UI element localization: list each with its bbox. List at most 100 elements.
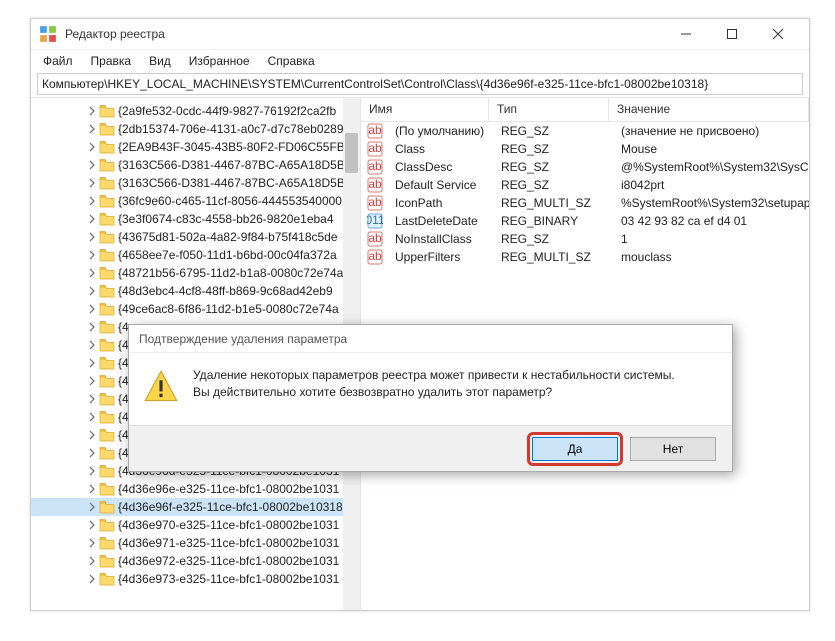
value-row[interactable]: abIconPathREG_MULTI_SZ%SystemRoot%\Syste… [361,194,809,212]
expand-icon[interactable] [85,266,99,280]
value-name: IconPath [387,196,493,210]
expand-icon[interactable] [85,302,99,316]
expand-icon[interactable] [85,482,99,496]
no-button[interactable]: Нет [630,437,716,461]
value-row[interactable]: abNoInstallClassREG_SZ1 [361,230,809,248]
yes-button[interactable]: Да [532,437,618,461]
expand-icon[interactable] [85,122,99,136]
tree-item[interactable]: {2db15374-706e-4131-a0c7-d7c78eb0289 [31,120,360,138]
value-type: REG_SZ [493,178,613,192]
tree-item[interactable]: {4658ee7e-f050-11d1-b6bd-00c04fa372a [31,246,360,264]
value-row[interactable]: ab(По умолчанию)REG_SZ(значение не присв… [361,122,809,140]
expand-icon[interactable] [85,176,99,190]
address-bar[interactable]: Компьютер\HKEY_LOCAL_MACHINE\SYSTEM\Curr… [37,73,803,95]
value-type: REG_SZ [493,142,613,156]
value-type: REG_MULTI_SZ [493,250,613,264]
value-name: ClassDesc [387,160,493,174]
expand-icon[interactable] [85,320,99,334]
expand-icon[interactable] [85,554,99,568]
scrollbar-thumb[interactable] [345,133,358,173]
value-row[interactable]: abUpperFiltersREG_MULTI_SZmouclass [361,248,809,266]
svg-text:ab: ab [368,141,382,155]
menu-edit[interactable]: Правка [83,52,140,70]
tree-item[interactable]: {4d36e970-e325-11ce-bfc1-08002be1031 [31,516,360,534]
expand-icon[interactable] [85,428,99,442]
expand-icon[interactable] [85,248,99,262]
value-data: Mouse [613,142,809,156]
value-type: REG_SZ [493,124,613,138]
tree-item-label: {43675d81-502a-4a82-9f84-b75f418c5de [118,230,338,244]
menu-help[interactable]: Справка [260,52,323,70]
tree-item[interactable]: {49ce6ac8-6f86-11d2-b1e5-0080c72e74a [31,300,360,318]
close-button[interactable] [755,19,801,49]
expand-icon[interactable] [85,140,99,154]
tree-item-label: {36fc9e60-c465-11cf-8056-444553540000 [118,194,342,208]
dialog-line2: Вы действительно хотите безвозвратно уда… [193,384,675,401]
tree-item-label: {4d36e971-e325-11ce-bfc1-08002be1031 [118,536,339,550]
value-data: @%SystemRoot%\System32\SysCla [613,160,809,174]
tree-item[interactable]: {48d3ebc4-4cf8-48ff-b869-9c68ad42eb9 [31,282,360,300]
value-row[interactable]: abClassDescREG_SZ@%SystemRoot%\System32\… [361,158,809,176]
tree-item[interactable]: {36fc9e60-c465-11cf-8056-444553540000 [31,192,360,210]
col-header-name[interactable]: Имя [361,98,489,121]
tree-item[interactable]: {4d36e972-e325-11ce-bfc1-08002be1031 [31,552,360,570]
expand-icon[interactable] [85,230,99,244]
titlebar: Редактор реестра [31,19,809,49]
menu-file[interactable]: Файл [35,52,81,70]
tree-item[interactable]: {4d36e96f-e325-11ce-bfc1-08002be10318 [31,498,360,516]
value-name: LastDeleteDate [387,214,493,228]
svg-text:ab: ab [368,195,382,209]
tree-item[interactable]: {43675d81-502a-4a82-9f84-b75f418c5de [31,228,360,246]
tree-item[interactable]: {4d36e973-e325-11ce-bfc1-08002be1031 [31,570,360,588]
expand-icon[interactable] [85,338,99,352]
value-type: REG_BINARY [493,214,613,228]
list-header: Имя Тип Значение [361,98,809,122]
tree-item-label: {49ce6ac8-6f86-11d2-b1e5-0080c72e74a [118,302,339,316]
col-header-value[interactable]: Значение [609,98,809,121]
app-icon [39,25,57,43]
value-row[interactable]: 011LastDeleteDateREG_BINARY03 42 93 82 c… [361,212,809,230]
dialog-body: Удаление некоторых параметров реестра мо… [129,353,732,425]
expand-icon[interactable] [85,212,99,226]
tree-item-label: {4d36e96f-e325-11ce-bfc1-08002be10318 [118,500,343,514]
expand-icon[interactable] [85,410,99,424]
tree-item[interactable]: {2EA9B43F-3045-43B5-80F2-FD06C55FBE [31,138,360,156]
value-row[interactable]: abClassREG_SZMouse [361,140,809,158]
tree-item[interactable]: {4d36e96e-e325-11ce-bfc1-08002be1031 [31,480,360,498]
menu-view[interactable]: Вид [141,52,179,70]
expand-icon[interactable] [85,446,99,460]
tree-item[interactable]: {3163C566-D381-4467-87BC-A65A18D5B [31,174,360,192]
maximize-button[interactable] [709,19,755,49]
tree-item[interactable]: {2a9fe532-0cdc-44f9-9827-76192f2ca2fb [31,102,360,120]
value-data: (значение не присвоено) [613,124,809,138]
expand-icon[interactable] [85,572,99,586]
expand-icon[interactable] [85,284,99,298]
tree-item[interactable]: {3e3f0674-c83c-4558-bb26-9820e1eba4 [31,210,360,228]
expand-icon[interactable] [85,356,99,370]
expand-icon[interactable] [85,536,99,550]
svg-text:ab: ab [368,231,382,245]
tree-item[interactable]: {3163C566-D381-4467-87BC-A65A18D5B [31,156,360,174]
menu-favorites[interactable]: Избранное [181,52,258,70]
col-header-type[interactable]: Тип [489,98,609,121]
dialog-line1: Удаление некоторых параметров реестра мо… [193,367,675,384]
tree-item[interactable]: {4d36e971-e325-11ce-bfc1-08002be1031 [31,534,360,552]
value-type: REG_MULTI_SZ [493,196,613,210]
expand-icon[interactable] [85,464,99,478]
tree-item[interactable]: {48721b56-6795-11d2-b1a8-0080c72e74a [31,264,360,282]
expand-icon[interactable] [85,194,99,208]
expand-icon[interactable] [85,518,99,532]
expand-icon[interactable] [85,158,99,172]
expand-icon[interactable] [85,392,99,406]
confirm-dialog: Подтверждение удаления параметра Удалени… [128,324,733,472]
minimize-button[interactable] [663,19,709,49]
registry-editor-window: Редактор реестра Файл Правка Вид Избранн… [30,18,810,611]
expand-icon[interactable] [85,500,99,514]
tree-item-label: {48721b56-6795-11d2-b1a8-0080c72e74a [118,266,343,280]
value-data: 03 42 93 82 ca ef d4 01 [613,214,809,228]
expand-icon[interactable] [85,104,99,118]
dialog-buttons: Да Нет [129,425,732,471]
svg-text:ab: ab [368,159,382,173]
expand-icon[interactable] [85,374,99,388]
value-row[interactable]: abDefault ServiceREG_SZi8042prt [361,176,809,194]
